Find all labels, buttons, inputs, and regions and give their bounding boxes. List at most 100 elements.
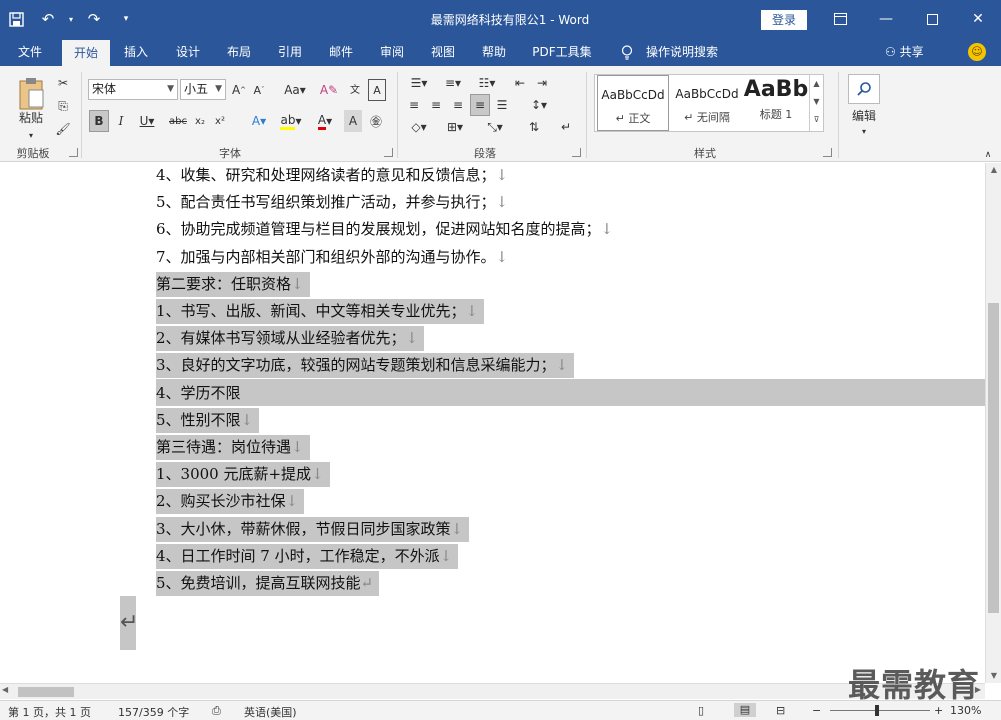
document-line[interactable]: 2、有媒体书写领域从业经验者优先；↓ [156, 326, 425, 352]
lightbulb-icon[interactable] [618, 38, 636, 66]
clear-formatting-icon[interactable]: A✎ [318, 79, 340, 101]
zoom-slider-handle[interactable] [875, 705, 879, 716]
vertical-scrollbar[interactable]: ▲ ▼ [985, 163, 1001, 683]
tab-design[interactable]: 设计 [166, 38, 210, 66]
document-line[interactable]: 4、收集、研究和处理网络读者的意见和反馈信息；↓ [156, 163, 508, 188]
style-no-spacing[interactable]: AaBbCcDd ↵ 无间隔 [671, 75, 743, 131]
document-line[interactable]: 1、书写、出版、新闻、中文等相关专业优先；↓ [156, 299, 485, 324]
chinese-layout-icon[interactable]: ⤡▾ [480, 116, 510, 138]
zoom-slider[interactable] [830, 710, 930, 711]
bullets-icon[interactable]: ☰▾ [404, 72, 434, 94]
undo-icon[interactable]: ↶ [32, 0, 64, 38]
align-left-icon[interactable]: ≡ [404, 94, 424, 116]
paragraph-launcher-icon[interactable] [572, 148, 581, 157]
scroll-left-icon[interactable]: ◀ [2, 685, 8, 694]
superscript-icon[interactable]: x² [211, 110, 229, 132]
clipboard-launcher-icon[interactable] [69, 148, 78, 157]
justify-icon[interactable]: ≡ [470, 94, 490, 116]
document-line[interactable]: 5、配合责任书写组织策划推广活动，并参与执行；↓ [156, 190, 508, 215]
page-count[interactable]: 第 1 页，共 1 页 [8, 704, 91, 720]
decrease-indent-icon[interactable]: ⇤ [510, 72, 530, 94]
character-border-icon[interactable]: A [368, 79, 386, 101]
tab-insert[interactable]: 插入 [114, 38, 158, 66]
redo-icon[interactable]: ↷ [78, 0, 110, 38]
font-launcher-icon[interactable] [384, 148, 393, 157]
language-indicator[interactable]: 英语(美国) [244, 704, 297, 720]
minimize-icon[interactable]: — [863, 0, 909, 38]
change-case-icon[interactable]: Aa▾ [280, 79, 310, 101]
tab-layout[interactable]: 布局 [217, 38, 261, 66]
scroll-down-icon[interactable]: ▼ [986, 669, 1001, 683]
phonetic-guide-icon[interactable]: 文 [344, 77, 366, 99]
zoom-out-icon[interactable]: − [812, 704, 821, 717]
more-styles-icon[interactable]: ⊽ [810, 111, 823, 129]
editing-dropdown-icon[interactable]: ▾ [858, 120, 870, 142]
scroll-up-icon[interactable]: ▲ [986, 163, 1001, 177]
font-color-icon[interactable]: A ▾ [310, 110, 340, 132]
word-count[interactable]: 157/359 个字 [118, 704, 189, 720]
web-layout-icon[interactable]: ⊟ [776, 704, 785, 717]
tab-view[interactable]: 视图 [421, 38, 465, 66]
font-name-combo[interactable]: 宋体 ▼ [88, 79, 178, 100]
increase-indent-icon[interactable]: ⇥ [532, 72, 552, 94]
multilevel-list-icon[interactable]: ☷▾ [472, 72, 502, 94]
scroll-down-icon[interactable]: ▼ [810, 93, 823, 111]
document-canvas[interactable]: 4、收集、研究和处理网络读者的意见和反馈信息；↓ 5、配合责任书写组织策划推广活动… [0, 163, 985, 683]
align-right-icon[interactable]: ≡ [448, 94, 468, 116]
read-mode-icon[interactable]: ▯ [698, 704, 704, 717]
tell-me-search[interactable]: 操作说明搜索 [642, 38, 722, 66]
text-effects-icon[interactable]: A▾ [244, 110, 274, 132]
character-shading-icon[interactable]: A [344, 110, 362, 132]
tab-references[interactable]: 引用 [268, 38, 312, 66]
styles-scroll[interactable]: ▲ ▼ ⊽ [809, 75, 823, 131]
distributed-icon[interactable]: ☰ [492, 94, 512, 116]
enclose-characters-icon[interactable]: ㊎ [366, 110, 386, 132]
sort-icon[interactable]: ⇅ [524, 116, 544, 138]
undo-dropdown-icon[interactable]: ▾ [64, 0, 78, 38]
document-line[interactable]: 2、购买长沙市社保↓ [156, 489, 305, 515]
subscript-icon[interactable]: x₂ [191, 110, 209, 132]
document-line[interactable]: 4、日工作时间 7 小时，工作稳定，不外派↓ [156, 543, 459, 569]
document-line[interactable]: 7、加强与内部相关部门和组织外部的沟通与协作。↓ [156, 245, 508, 270]
document-line[interactable]: 6、协助完成频道管理与栏目的发展规划，促进网站知名度的提高；↓ [156, 217, 613, 242]
tab-help[interactable]: 帮助 [472, 38, 516, 66]
document-line[interactable]: 5、性别不限↓ [156, 407, 260, 433]
scroll-up-icon[interactable]: ▲ [810, 75, 823, 93]
styles-launcher-icon[interactable] [823, 148, 832, 157]
shading-icon[interactable]: ◇▾ [404, 116, 434, 138]
tab-mailings[interactable]: 邮件 [319, 38, 363, 66]
strikethrough-icon[interactable]: abc [166, 110, 190, 132]
customize-qat-icon[interactable]: ▾ [110, 0, 142, 38]
ribbon-display-options-icon[interactable] [817, 0, 863, 38]
document-line[interactable]: 5、免费培训，提高互联网技能↵ [156, 571, 380, 596]
login-button[interactable]: 登录 [761, 10, 807, 30]
document-line[interactable]: 4、学历不限 [156, 380, 247, 406]
share-button[interactable]: ⚇ 共享 [885, 38, 924, 66]
align-center-icon[interactable]: ≡ [426, 94, 446, 116]
copy-icon[interactable]: ⎘ [52, 95, 74, 117]
tab-pdf-tools[interactable]: PDF工具集 [526, 38, 598, 66]
tab-review[interactable]: 审阅 [370, 38, 414, 66]
italic-icon[interactable]: I [112, 110, 130, 132]
proofing-icon[interactable]: ⎙ [212, 704, 221, 718]
line-spacing-icon[interactable]: ↕▾ [524, 94, 554, 116]
tab-home[interactable]: 开始 [62, 40, 110, 66]
format-painter-icon[interactable]: 🖌 [52, 118, 74, 140]
tab-file[interactable]: 文件 [8, 38, 52, 66]
search-icon[interactable] [848, 74, 880, 104]
horizontal-scrollbar[interactable]: ◀ ▶ [0, 683, 985, 699]
document-line[interactable]: 1、3000 元底薪+提成↓ [156, 462, 330, 488]
underline-icon[interactable]: U▾ [134, 110, 160, 132]
maximize-icon[interactable] [909, 0, 955, 38]
document-line[interactable]: 第三待遇：岗位待遇↓ [156, 435, 310, 460]
show-marks-icon[interactable]: ↵ [556, 116, 576, 138]
cut-icon[interactable]: ✂ [52, 72, 74, 94]
document-line[interactable]: 3、大小休，带薪休假，节假日同步国家政策↓ [156, 516, 470, 542]
feedback-smiley-icon[interactable]: ☺ [968, 43, 986, 61]
highlight-color-icon[interactable]: ab ▾ [276, 110, 306, 132]
vertical-scroll-thumb[interactable] [988, 303, 999, 613]
document-line[interactable]: 3、良好的文字功底，较强的网站专题策划和信息采编能力；↓ [156, 353, 575, 379]
horizontal-scroll-thumb[interactable] [18, 687, 74, 697]
bold-icon[interactable]: B [89, 110, 109, 132]
font-size-combo[interactable]: 小五 ▼ [180, 79, 226, 100]
